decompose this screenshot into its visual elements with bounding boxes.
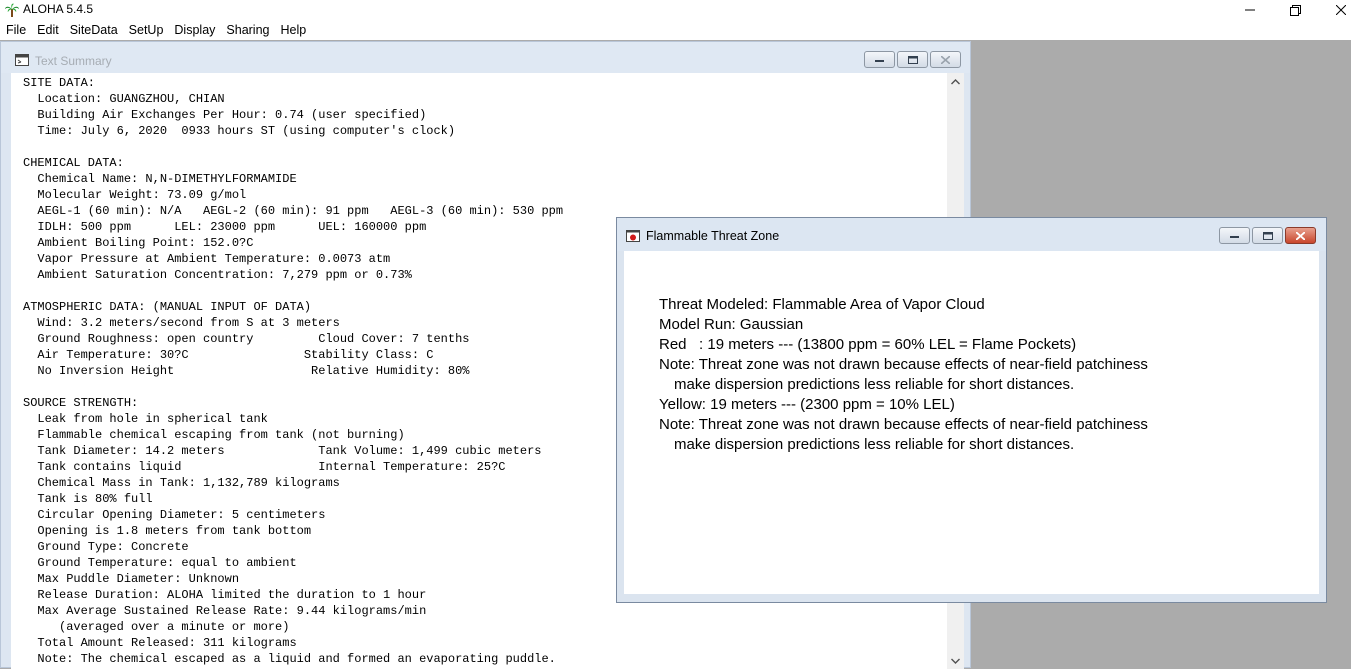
summary-line: Wind: 3.2 meters/second from S at 3 mete… <box>23 316 340 330</box>
text-summary-maximize-button[interactable] <box>897 51 928 68</box>
threat-zone-titlebar[interactable]: Flammable Threat Zone <box>617 218 1326 251</box>
menu-display[interactable]: Display <box>168 23 220 37</box>
summary-line: Release Duration: ALOHA limited the dura… <box>23 588 427 602</box>
close-icon <box>941 55 950 64</box>
summary-line: CHEMICAL DATA: <box>23 156 124 170</box>
summary-line: Max Puddle Diameter: Unknown <box>23 572 240 586</box>
text-summary-close-button[interactable] <box>930 51 961 68</box>
text-summary-minimize-button[interactable] <box>864 51 895 68</box>
text-summary-body: SITE DATA: Location: GUANGZHOU, CHIAN Bu… <box>23 75 563 667</box>
menu-setup[interactable]: SetUp <box>123 23 169 37</box>
summary-line: Tank Diameter: 14.2 meters Tank Volume: … <box>23 444 542 458</box>
summary-line: Opening is 1.8 meters from tank bottom <box>23 524 312 538</box>
summary-line: Tank contains liquid Internal Temperatur… <box>23 460 506 474</box>
menu-bar: File Edit SiteData SetUp Display Sharing… <box>0 20 1351 40</box>
menu-edit[interactable]: Edit <box>31 23 64 37</box>
text-summary-title: Text Summary <box>35 54 112 68</box>
summary-line: Air Temperature: 30?C Stability Class: C <box>23 348 434 362</box>
threat-zone-line: make dispersion predictions less reliabl… <box>674 436 1075 453</box>
threat-zone-line: Red : 19 meters --- (13800 ppm = 60% LEL… <box>659 336 1077 353</box>
text-summary-titlebar[interactable]: Text Summary <box>1 42 970 73</box>
summary-line: (averaged over a minute or more) <box>23 620 290 634</box>
summary-line: Ground Roughness: open country Cloud Cov… <box>23 332 470 346</box>
close-icon <box>1296 231 1305 240</box>
summary-line: ATMOSPHERIC DATA: (MANUAL INPUT OF DATA) <box>23 300 312 314</box>
threat-zone-line: Yellow: 19 meters --- (2300 ppm = 10% LE… <box>659 396 955 413</box>
maximize-icon <box>907 55 918 64</box>
menu-file[interactable]: File <box>0 23 31 37</box>
summary-line: Chemical Name: N,N-DIMETHYLFORMAMIDE <box>23 172 297 186</box>
threat-zone-maximize-button[interactable] <box>1252 227 1283 244</box>
threat-zone-content[interactable]: Threat Modeled: Flammable Area of Vapor … <box>624 251 1319 594</box>
summary-line: Total Amount Released: 311 kilograms <box>23 636 297 650</box>
summary-line: SOURCE STRENGTH: <box>23 396 139 410</box>
scroll-up-arrow[interactable] <box>947 73 964 90</box>
app-title-bar: ALOHA 5.4.5 <box>0 0 1351 20</box>
app-title: ALOHA 5.4.5 <box>23 2 94 16</box>
threat-zone-line: Model Run: Gaussian <box>659 316 804 333</box>
summary-line: Ground Type: Concrete <box>23 540 189 554</box>
summary-line: Tank is 80% full <box>23 492 153 506</box>
flammable-threat-zone-window: Flammable Threat Zone Threat Modeled: Fl… <box>616 217 1327 603</box>
summary-line: Building Air Exchanges Per Hour: 0.74 (u… <box>23 108 427 122</box>
menu-sitedata[interactable]: SiteData <box>64 23 123 37</box>
threat-zone-text: Threat Modeled: Flammable Area of Vapor … <box>659 295 1148 455</box>
palm-tree-icon[interactable] <box>4 2 20 18</box>
summary-line: Max Average Sustained Release Rate: 9.44… <box>23 604 427 618</box>
close-icon <box>1336 5 1346 15</box>
minimize-icon <box>1245 9 1255 11</box>
summary-line: Leak from hole in spherical tank <box>23 412 268 426</box>
threat-zone-line: Threat Modeled: Flammable Area of Vapor … <box>659 296 985 313</box>
restore-button[interactable] <box>1272 0 1318 20</box>
chevron-up-icon <box>951 78 960 84</box>
summary-line: Molecular Weight: 73.09 g/mol <box>23 188 247 202</box>
maximize-icon <box>1262 231 1273 240</box>
chevron-down-icon <box>951 658 960 664</box>
menu-help[interactable]: Help <box>275 23 312 37</box>
summary-line: Location: GUANGZHOU, CHIAN <box>23 92 225 106</box>
summary-line: Circular Opening Diameter: 5 centimeters <box>23 508 326 522</box>
scroll-down-arrow[interactable] <box>947 652 964 669</box>
summary-line: AEGL-1 (60 min): N/A AEGL-2 (60 min): 91… <box>23 204 564 218</box>
summary-line: No Inversion Height Relative Humidity: 8… <box>23 364 470 378</box>
threat-zone-minimize-button[interactable] <box>1219 227 1250 244</box>
threat-zone-icon <box>626 229 640 242</box>
summary-line: IDLH: 500 ppm LEL: 23000 ppm UEL: 160000… <box>23 220 427 234</box>
minimize-button[interactable] <box>1227 0 1273 20</box>
threat-zone-line: Note: Threat zone was not drawn because … <box>659 416 1148 433</box>
summary-line: Flammable chemical escaping from tank (n… <box>23 428 405 442</box>
threat-zone-line: Note: Threat zone was not drawn because … <box>659 356 1148 373</box>
summary-line: Time: July 6, 2020 0933 hours ST (using … <box>23 124 456 138</box>
summary-line: Ambient Boiling Point: 152.0?C <box>23 236 254 250</box>
summary-line: Vapor Pressure at Ambient Temperature: 0… <box>23 252 391 266</box>
threat-zone-line: make dispersion predictions less reliabl… <box>674 376 1075 393</box>
summary-line: Chemical Mass in Tank: 1,132,789 kilogra… <box>23 476 340 490</box>
document-icon <box>15 53 29 66</box>
threat-zone-title: Flammable Threat Zone <box>646 229 780 243</box>
menu-sharing[interactable]: Sharing <box>220 23 274 37</box>
summary-line: SITE DATA: <box>23 76 96 90</box>
minimize-icon <box>1230 235 1239 238</box>
close-button[interactable] <box>1318 0 1351 20</box>
minimize-icon <box>875 59 884 62</box>
threat-zone-close-button[interactable] <box>1285 227 1316 244</box>
summary-line: Ground Temperature: equal to ambient <box>23 556 297 570</box>
summary-line: Note: The chemical escaped as a liquid a… <box>23 652 556 666</box>
restore-icon <box>1289 4 1301 16</box>
summary-line: Ambient Saturation Concentration: 7,279 … <box>23 268 412 282</box>
